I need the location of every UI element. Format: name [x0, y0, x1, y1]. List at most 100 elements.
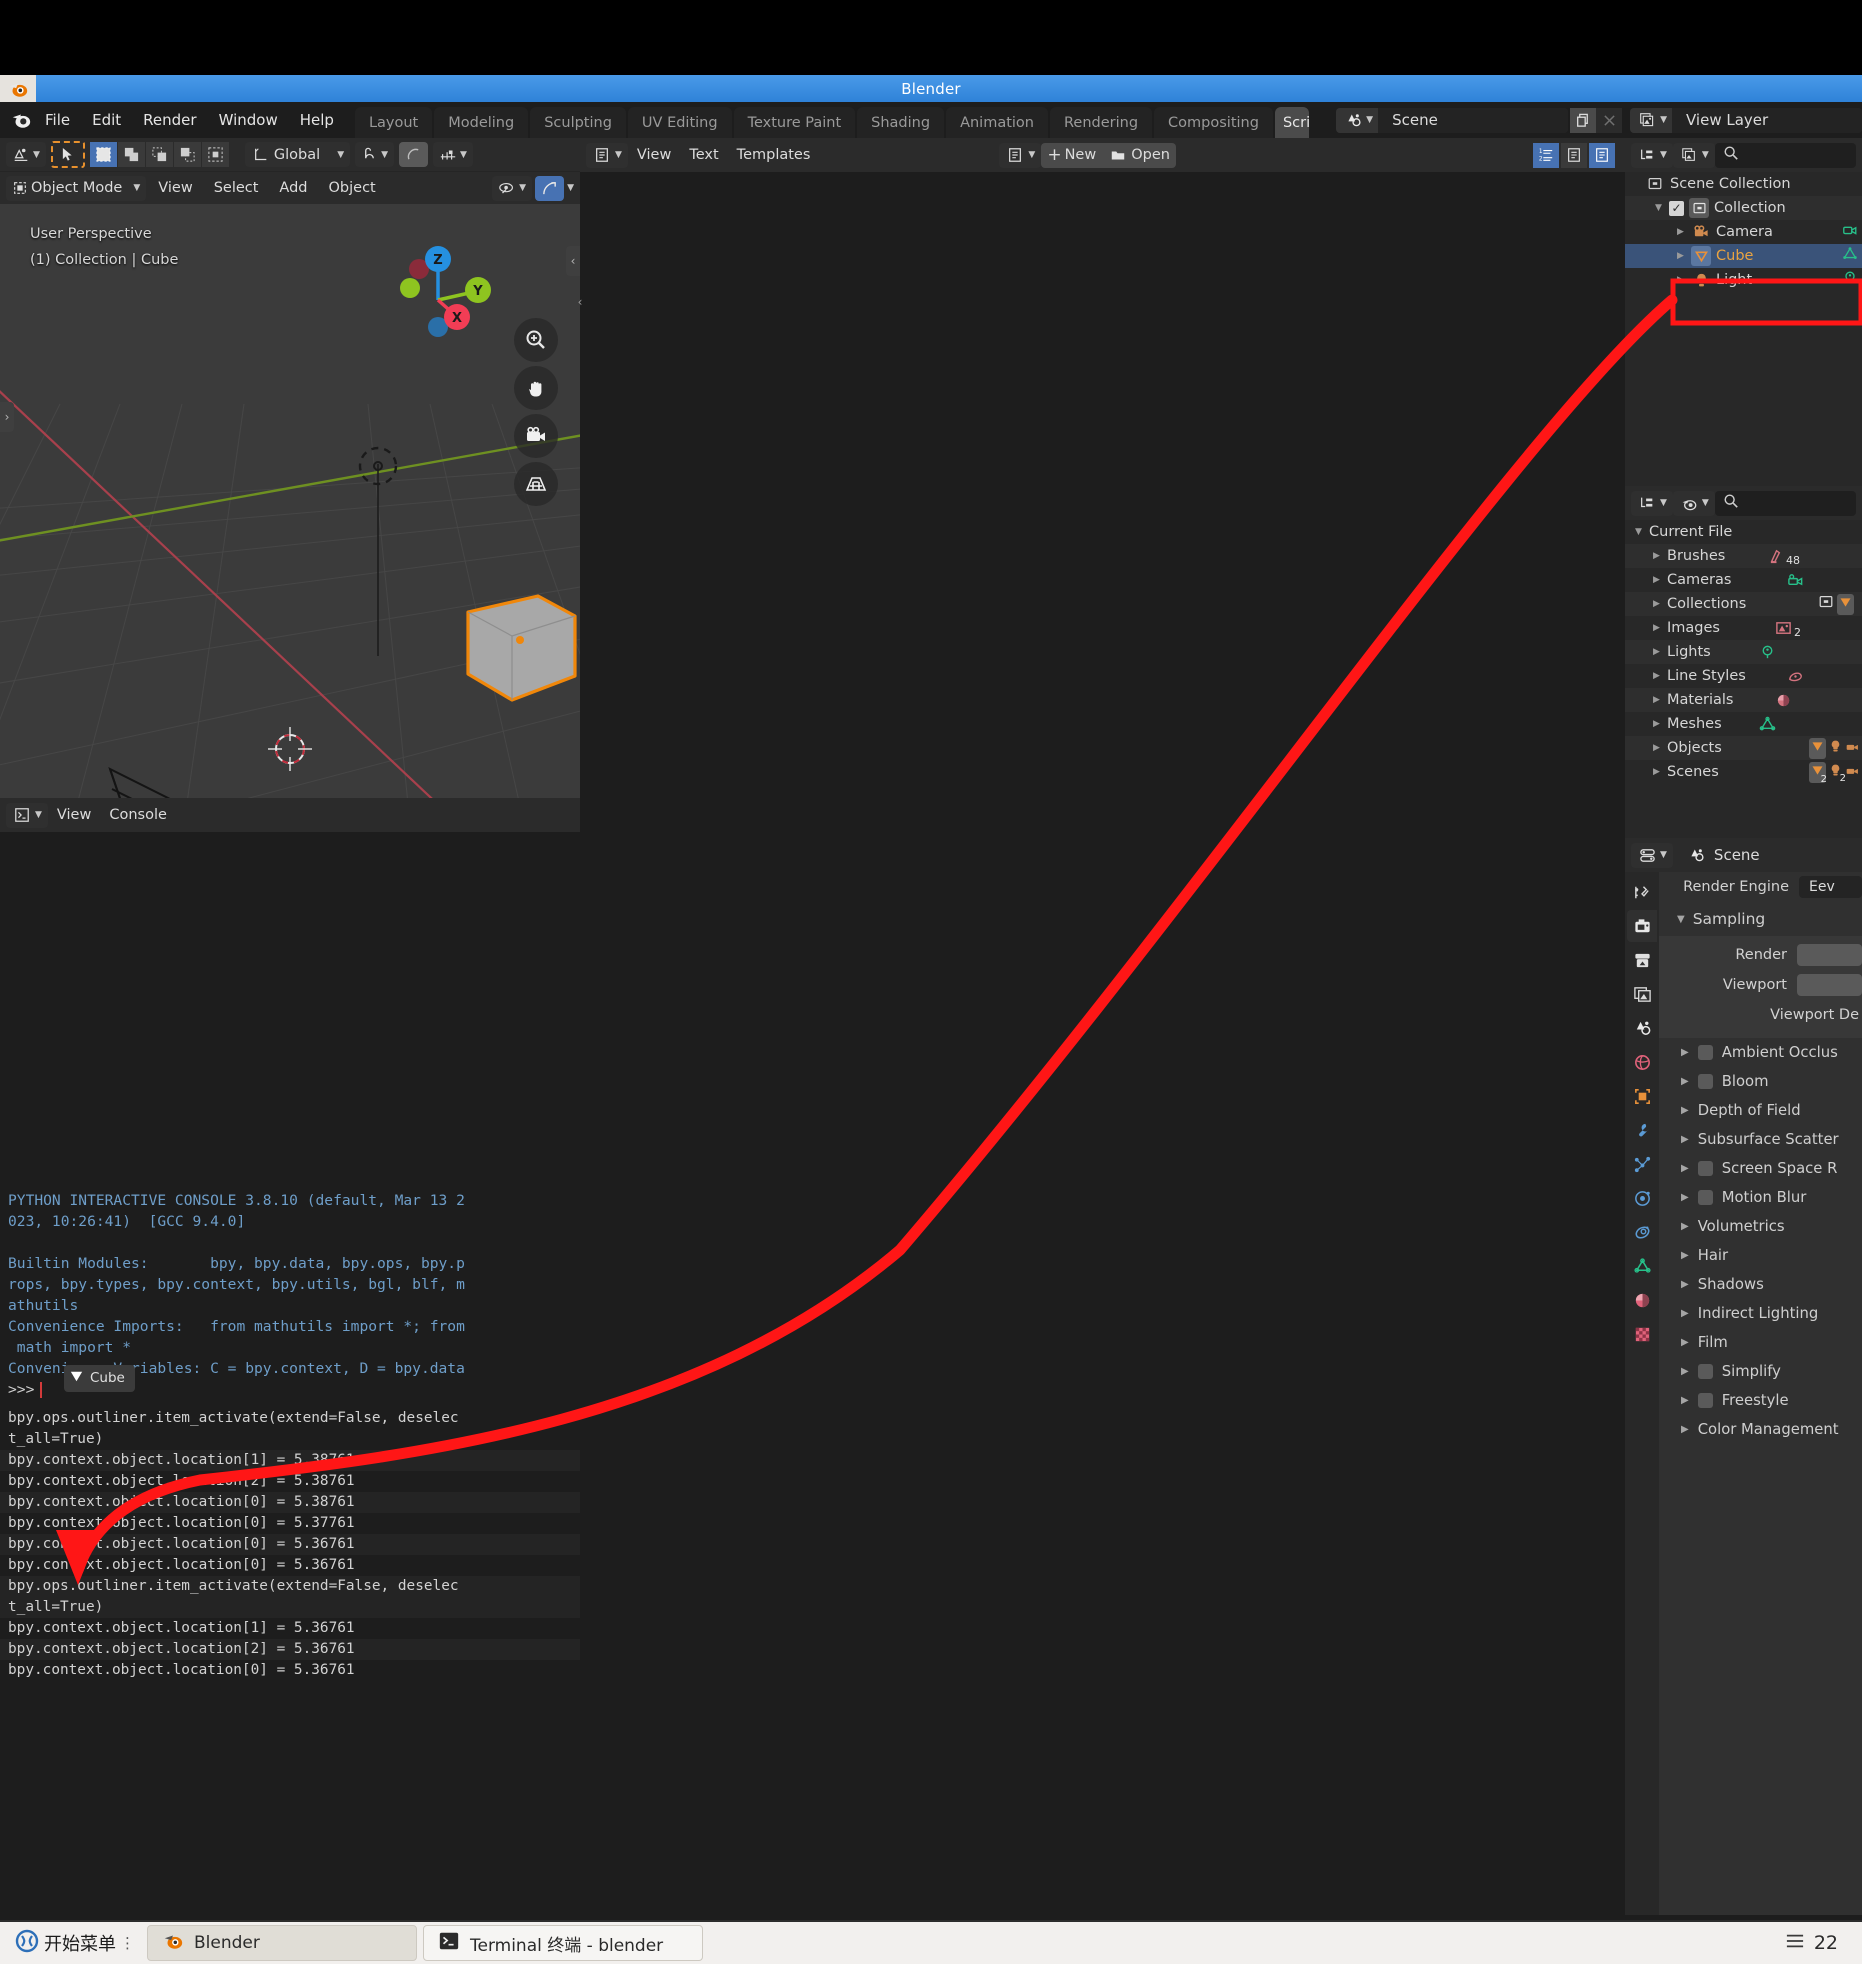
- menu-file[interactable]: File: [34, 107, 81, 133]
- tab-world[interactable]: [1627, 1046, 1657, 1078]
- disclosure-triangle-icon[interactable]: ▶: [1651, 647, 1662, 657]
- text-editor-sidebar-arrow-icon[interactable]: ‹: [574, 288, 586, 316]
- simplify-checkbox[interactable]: [1697, 1364, 1713, 1379]
- info-row[interactable]: bpy.context.object.location[0] = 5.36761: [0, 1555, 580, 1576]
- select-intersect-icon[interactable]: [173, 142, 201, 167]
- section-bloom[interactable]: ▶ Bloom: [1659, 1067, 1862, 1096]
- select-extend-icon[interactable]: [117, 142, 145, 167]
- section-indirect-lighting[interactable]: ▶ Indirect Lighting: [1659, 1299, 1862, 1328]
- info-row[interactable]: bpy.context.object.location[2] = 5.36761: [0, 1639, 580, 1660]
- outliner-row-scene-collection[interactable]: Scene Collection: [1625, 172, 1862, 196]
- console-prompt-line[interactable]: >>> Cube: [0, 1365, 580, 1400]
- tab-tool[interactable]: [1627, 876, 1657, 908]
- info-row[interactable]: bpy.context.object.location[1] = 5.36761: [0, 1618, 580, 1639]
- section-volumetrics[interactable]: ▶ Volumetrics: [1659, 1212, 1862, 1241]
- disclosure-triangle-icon[interactable]: ▶: [1681, 1279, 1689, 1290]
- render-engine-dropdown[interactable]: Eev: [1799, 876, 1862, 898]
- collection-checkbox[interactable]: ✓: [1669, 200, 1684, 216]
- disclosure-triangle-icon[interactable]: ▶: [1681, 1221, 1689, 1232]
- gizmo-dropdown-icon[interactable]: ▼: [567, 183, 574, 193]
- select-tool-button[interactable]: [50, 141, 85, 168]
- disclosure-triangle-icon[interactable]: ▶: [1651, 743, 1662, 753]
- hand-icon[interactable]: [514, 366, 558, 410]
- visibility-dropdown[interactable]: ▼: [492, 175, 533, 201]
- disclosure-triangle-icon[interactable]: ▶: [1681, 1105, 1689, 1116]
- tab-object-data[interactable]: [1627, 1250, 1657, 1282]
- start-menu-button[interactable]: 开始菜单 ⋮: [8, 1928, 141, 1959]
- blendfile-row-current-file[interactable]: ▼ Current File: [1625, 520, 1862, 544]
- blendfile-row-objects[interactable]: ▶ Objects: [1625, 736, 1862, 760]
- tab-uv-editing[interactable]: UV Editing: [627, 107, 732, 140]
- menu-render[interactable]: Render: [132, 107, 207, 133]
- tab-modifiers[interactable]: [1627, 1114, 1657, 1146]
- disclosure-triangle-icon[interactable]: ▶: [1681, 1308, 1689, 1319]
- disclosure-triangle-icon[interactable]: ▼: [1653, 203, 1664, 213]
- grid-icon[interactable]: [514, 462, 558, 506]
- blendfile-row-scenes[interactable]: ▶ Scenes 2 2: [1625, 760, 1862, 785]
- menu-help[interactable]: Help: [289, 107, 345, 133]
- transform-orientation-button[interactable]: Global ▼: [244, 142, 351, 167]
- info-row[interactable]: t_all=True): [0, 1429, 580, 1450]
- proportional-falloff-button[interactable]: ▼: [433, 142, 473, 167]
- tab-compositing[interactable]: Compositing: [1154, 107, 1273, 140]
- proportional-edit-button[interactable]: [399, 142, 429, 167]
- blender-logo-icon[interactable]: [8, 107, 34, 133]
- disclosure-triangle-icon[interactable]: ▶: [1681, 1076, 1689, 1087]
- blendfile-row-lights[interactable]: ▶ Lights: [1625, 640, 1862, 664]
- disclosure-triangle-icon[interactable]: ▶: [1651, 551, 1662, 561]
- line-numbers-icon[interactable]: 12: [1533, 142, 1559, 168]
- disclosure-triangle-icon[interactable]: ▶: [1651, 575, 1662, 585]
- disclosure-triangle-icon[interactable]: ▶: [1681, 1250, 1689, 1261]
- sampling-panel-header[interactable]: ▼ Sampling: [1659, 902, 1862, 936]
- blendfile-row-brushes[interactable]: ▶ Brushes 48: [1625, 544, 1862, 568]
- viewport-menu-add[interactable]: Add: [270, 176, 316, 200]
- section-depth-of-field[interactable]: ▶ Depth of Field: [1659, 1096, 1862, 1125]
- disclosure-triangle-icon[interactable]: ▶: [1651, 767, 1662, 777]
- viewlayer-name-field[interactable]: View Layer: [1672, 107, 1862, 133]
- blendfile-row-materials[interactable]: ▶ Materials: [1625, 688, 1862, 712]
- blendfile-row-line-styles[interactable]: ▶ Line Styles: [1625, 664, 1862, 688]
- console-output[interactable]: PYTHON INTERACTIVE CONSOLE 3.8.10 (defau…: [0, 832, 580, 1406]
- tab-view-layer[interactable]: [1627, 978, 1657, 1010]
- info-row[interactable]: bpy.ops.outliner.item_activate(extend=Fa…: [0, 1408, 580, 1429]
- section-freestyle[interactable]: ▶ Freestyle: [1659, 1386, 1862, 1415]
- scene-selector[interactable]: ▼ Scene: [1336, 107, 1569, 133]
- text-datablock-browse-button[interactable]: ▼: [999, 142, 1042, 168]
- light-object-data-icon[interactable]: [1842, 270, 1858, 290]
- tab-constraints[interactable]: [1627, 1216, 1657, 1248]
- blendfile-row-meshes[interactable]: ▶ Meshes: [1625, 712, 1862, 736]
- toolbar-toggle-arrow-icon[interactable]: ›: [0, 402, 14, 432]
- disclosure-triangle-icon[interactable]: ▶: [1651, 695, 1662, 705]
- outliner-row-light[interactable]: ▶ Light: [1625, 268, 1862, 292]
- navigation-gizmo[interactable]: Z Y X: [386, 234, 496, 344]
- disclosure-triangle-icon[interactable]: ▶: [1681, 1163, 1689, 1174]
- menu-window[interactable]: Window: [208, 107, 289, 133]
- section-hair[interactable]: ▶ Hair: [1659, 1241, 1862, 1270]
- tab-particles[interactable]: [1627, 1148, 1657, 1180]
- mesh-object-data-icon[interactable]: [1842, 246, 1858, 266]
- disclosure-triangle-icon[interactable]: ▶: [1681, 1366, 1689, 1377]
- scene-name-field[interactable]: Scene: [1378, 107, 1569, 133]
- new-text-button[interactable]: + New: [1041, 142, 1103, 168]
- console-editor-type-button[interactable]: ▼: [6, 802, 48, 828]
- disclosure-triangle-icon[interactable]: ▶: [1681, 1134, 1689, 1145]
- motion-blur-checkbox[interactable]: [1697, 1190, 1713, 1205]
- disclosure-triangle-icon[interactable]: ▶: [1675, 227, 1686, 237]
- tab-scripting[interactable]: Scri: [1274, 107, 1309, 140]
- info-row[interactable]: bpy.context.object.location[0] = 5.38761: [0, 1492, 580, 1513]
- tab-texture-paint[interactable]: Texture Paint: [733, 107, 856, 140]
- info-scroll-chevron-icon[interactable]: ⌄: [566, 1408, 576, 1422]
- info-row[interactable]: bpy.context.object.location[0] = 5.36761: [0, 1534, 580, 1555]
- tab-layout[interactable]: Layout: [354, 107, 433, 140]
- info-row[interactable]: bpy.ops.outliner.item_activate(extend=Fa…: [0, 1576, 580, 1597]
- disclosure-triangle-icon[interactable]: ▼: [1677, 914, 1685, 925]
- disclosure-triangle-icon[interactable]: ▶: [1651, 599, 1662, 609]
- disclosure-triangle-icon[interactable]: ▶: [1681, 1047, 1689, 1058]
- editor-type-button[interactable]: ▼: [6, 142, 46, 167]
- disclosure-triangle-icon[interactable]: ▶: [1675, 251, 1686, 261]
- blendfile-row-collections[interactable]: ▶ Collections: [1625, 592, 1862, 616]
- scene-browse-button[interactable]: ▼: [1336, 107, 1379, 133]
- tab-material[interactable]: [1627, 1284, 1657, 1316]
- disclosure-triangle-icon[interactable]: ▶: [1681, 1424, 1689, 1435]
- section-shadows[interactable]: ▶ Shadows: [1659, 1270, 1862, 1299]
